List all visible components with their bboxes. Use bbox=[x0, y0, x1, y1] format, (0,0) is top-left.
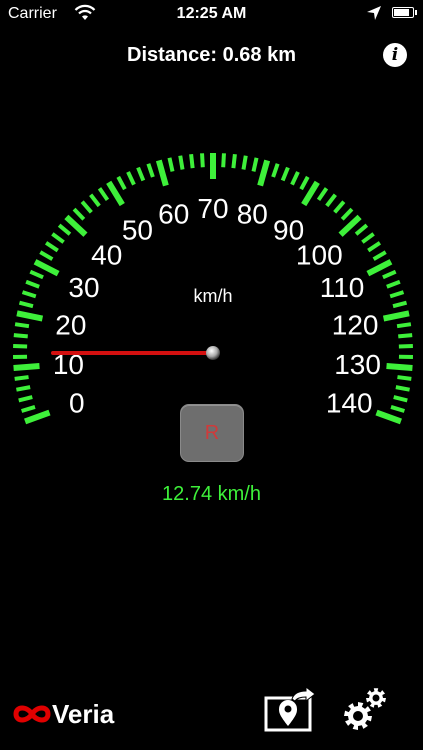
major-tick bbox=[301, 180, 320, 207]
minor-tick bbox=[398, 333, 413, 339]
minor-tick bbox=[386, 279, 401, 289]
major-tick bbox=[375, 409, 402, 425]
minor-tick bbox=[367, 241, 382, 253]
minor-tick bbox=[14, 322, 30, 329]
minor-tick bbox=[178, 155, 185, 170]
minor-tick bbox=[146, 163, 155, 178]
info-button[interactable]: i bbox=[383, 43, 407, 67]
minor-tick bbox=[361, 232, 375, 244]
minor-tick bbox=[39, 250, 54, 261]
minor-tick bbox=[80, 200, 93, 214]
brand-name: Veria bbox=[52, 699, 115, 729]
minor-tick bbox=[396, 322, 412, 329]
minor-tick bbox=[16, 385, 31, 392]
minor-tick bbox=[340, 207, 354, 221]
minor-tick bbox=[72, 207, 86, 221]
minor-tick bbox=[44, 241, 59, 253]
minor-tick bbox=[280, 166, 290, 182]
tick-label: 20 bbox=[55, 309, 86, 340]
major-tick bbox=[106, 180, 125, 207]
minor-tick bbox=[189, 153, 195, 169]
tick-label: 120 bbox=[332, 309, 379, 340]
tick-label: 60 bbox=[158, 198, 189, 229]
tick-label: 70 bbox=[197, 193, 228, 224]
distance-label: Distance: 0.68 km bbox=[127, 44, 296, 66]
minor-tick bbox=[167, 157, 175, 172]
major-tick bbox=[13, 363, 40, 371]
tick-label: 0 bbox=[69, 388, 85, 419]
gears-icon[interactable] bbox=[342, 686, 388, 732]
minor-tick bbox=[18, 395, 33, 403]
tick-label: 40 bbox=[91, 239, 122, 270]
minor-tick bbox=[251, 157, 259, 172]
minor-tick bbox=[241, 155, 248, 170]
map-share-icon[interactable] bbox=[264, 686, 316, 732]
battery-icon bbox=[392, 7, 417, 18]
tick-label: 140 bbox=[326, 388, 373, 419]
tick-label: 30 bbox=[68, 272, 99, 303]
infinity-icon bbox=[13, 705, 51, 723]
minor-tick bbox=[389, 290, 405, 299]
minor-tick bbox=[231, 153, 237, 169]
tick-label: 80 bbox=[237, 198, 268, 229]
major-tick bbox=[382, 310, 410, 322]
minor-tick bbox=[89, 193, 101, 208]
minor-tick bbox=[21, 405, 36, 413]
major-tick bbox=[24, 409, 51, 425]
minor-tick bbox=[390, 405, 405, 413]
major-tick bbox=[16, 310, 44, 322]
minor-tick bbox=[18, 300, 34, 309]
minor-tick bbox=[395, 385, 410, 392]
status-bar: Carrier 12:25 AM bbox=[0, 0, 423, 28]
status-time: 12:25 AM bbox=[176, 5, 247, 22]
minor-tick bbox=[116, 175, 127, 191]
minor-tick bbox=[290, 171, 300, 186]
minor-tick bbox=[299, 175, 310, 191]
minor-tick bbox=[221, 153, 226, 168]
speed-readout: 12.74 km/h bbox=[162, 483, 261, 505]
minor-tick bbox=[136, 166, 146, 182]
minor-tick bbox=[126, 171, 136, 186]
minor-tick bbox=[397, 375, 412, 381]
minor-tick bbox=[97, 187, 110, 201]
tick-label: 110 bbox=[320, 272, 365, 303]
minor-tick bbox=[200, 153, 205, 168]
major-tick bbox=[257, 159, 271, 187]
minor-tick bbox=[21, 290, 37, 299]
location-arrow-icon bbox=[367, 6, 381, 20]
tick-label: 100 bbox=[296, 239, 343, 270]
minor-tick bbox=[393, 395, 408, 403]
tick-label: 130 bbox=[334, 349, 381, 380]
minor-tick bbox=[13, 333, 28, 339]
major-tick bbox=[366, 259, 393, 277]
tick-label: 50 bbox=[122, 214, 153, 245]
minor-tick bbox=[316, 187, 329, 201]
major-tick bbox=[33, 259, 60, 277]
minor-tick bbox=[51, 232, 65, 244]
minor-tick bbox=[392, 300, 408, 309]
minor-tick bbox=[325, 193, 337, 208]
minor-tick bbox=[57, 223, 72, 236]
minor-tick bbox=[271, 163, 280, 178]
minor-tick bbox=[29, 269, 44, 280]
minor-tick bbox=[14, 375, 29, 381]
reset-button[interactable]: R bbox=[180, 404, 244, 462]
minor-tick bbox=[382, 269, 397, 280]
unit-label: km/h bbox=[193, 286, 232, 306]
minor-tick bbox=[354, 223, 369, 236]
minor-tick bbox=[25, 279, 40, 289]
major-tick bbox=[386, 363, 413, 371]
needle-hub bbox=[206, 346, 220, 360]
minor-tick bbox=[372, 250, 387, 261]
minor-tick bbox=[333, 200, 346, 214]
major-tick bbox=[155, 159, 169, 187]
